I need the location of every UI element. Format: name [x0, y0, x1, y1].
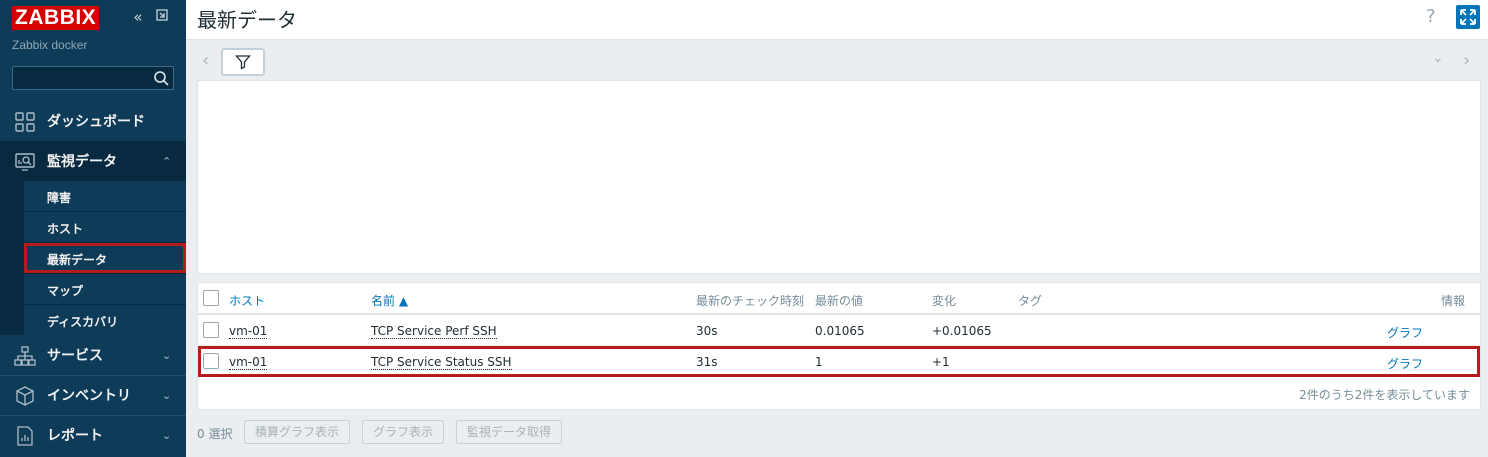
- dashboard-icon: [15, 112, 35, 132]
- latest-data-table: ホスト 名前 ▲ 最新のチェック時刻 最新の値 変化 タグ 情報 vm-01 T…: [197, 282, 1481, 410]
- filter-tab-toggle-icon[interactable]: ⌄: [1432, 50, 1444, 66]
- submenu-item-problems[interactable]: 障害: [24, 181, 186, 211]
- menu-item-dashboard[interactable]: ダッシュボード: [0, 101, 186, 141]
- menu-item-inventory[interactable]: インベントリ ⌄: [0, 375, 186, 415]
- submenu-item-discovery[interactable]: ディスカバリ: [24, 305, 186, 335]
- chevron-down-icon: ⌄: [162, 428, 172, 442]
- column-header-change: 変化: [932, 294, 957, 308]
- menu-label-reports: レポート: [47, 428, 103, 444]
- menu-item-monitoring[interactable]: 監視データ ⌃: [0, 141, 186, 181]
- sidebar-search[interactable]: [12, 66, 174, 90]
- fullscreen-icon: [1460, 9, 1476, 25]
- monitoring-submenu: 障害 ホスト 最新データ マップ ディスカバリ: [0, 181, 186, 335]
- last-value: 1: [815, 355, 823, 369]
- column-header-host[interactable]: ホスト: [229, 292, 265, 309]
- filter-tab-prev-icon[interactable]: ‹: [202, 50, 209, 71]
- filter-icon: [235, 55, 251, 70]
- monitoring-icon: [15, 153, 35, 171]
- last-check-value: 31s: [696, 355, 718, 369]
- submenu-label-latest-data: 最新データ: [47, 253, 108, 267]
- submenu-label-hosts: ホスト: [47, 222, 84, 236]
- menu-item-reports[interactable]: レポート ⌄: [0, 415, 186, 455]
- host-link[interactable]: vm-01: [229, 355, 268, 370]
- table-row: vm-01 TCP Service Status SSH 31s 1 +1 グラ…: [198, 346, 1480, 377]
- filter-tab-next-icon[interactable]: ›: [1463, 50, 1470, 71]
- item-name-link[interactable]: TCP Service Perf SSH: [371, 324, 497, 339]
- filter-tab[interactable]: [221, 48, 265, 76]
- host-link[interactable]: vm-01: [229, 324, 268, 339]
- table-summary: 2件のうち2件を表示しています: [1299, 388, 1470, 402]
- select-all-checkbox[interactable]: [203, 290, 219, 306]
- fullscreen-button[interactable]: [1456, 5, 1480, 29]
- graph-link[interactable]: グラフ: [1387, 324, 1423, 341]
- column-header-name[interactable]: 名前 ▲: [371, 292, 408, 309]
- column-header-info: 情報: [1441, 294, 1466, 308]
- submenu-item-maps[interactable]: マップ: [24, 274, 186, 304]
- item-name-link[interactable]: TCP Service Status SSH: [371, 355, 512, 370]
- row-checkbox[interactable]: [203, 353, 219, 369]
- reports-icon: [17, 426, 33, 446]
- menu-label-monitoring: 監視データ: [47, 154, 117, 170]
- execute-now-button[interactable]: 監視データ取得: [456, 420, 563, 444]
- last-value: 0.01065: [815, 324, 865, 338]
- services-icon: [14, 346, 36, 366]
- page-title: 最新データ: [197, 8, 297, 32]
- page-header: 最新データ ?: [186, 0, 1488, 40]
- chevron-down-icon: ⌄: [162, 388, 172, 402]
- zabbix-logo[interactable]: ZABBIX: [12, 6, 100, 30]
- submenu-item-latest-data[interactable]: 最新データ: [24, 243, 186, 273]
- change-value: +0.01065: [932, 324, 992, 338]
- stacked-graph-button[interactable]: 積算グラフ表示: [244, 420, 351, 444]
- column-header-last-value: 最新の値: [815, 294, 864, 308]
- table-row: vm-01 TCP Service Perf SSH 30s 0.01065 +…: [198, 315, 1480, 346]
- sidebar: ZABBIX « Zabbix docker ダッシュボード 監視データ ⌃ 障…: [0, 0, 186, 457]
- submenu-label-discovery: ディスカバリ: [47, 315, 119, 329]
- last-check-value: 30s: [696, 324, 718, 338]
- help-icon[interactable]: ?: [1426, 6, 1436, 27]
- change-value: +1: [932, 355, 950, 369]
- collapse-sidebar-icon[interactable]: «: [129, 8, 147, 26]
- filter-panel: [197, 80, 1481, 274]
- search-icon[interactable]: [153, 70, 169, 86]
- table-header-row: ホスト 名前 ▲ 最新のチェック時刻 最新の値 変化 タグ 情報: [198, 283, 1480, 315]
- column-header-tags: タグ: [1018, 294, 1043, 308]
- submenu-label-maps: マップ: [47, 284, 84, 298]
- search-input[interactable]: [13, 67, 153, 89]
- column-header-last-check: 最新のチェック時刻: [696, 294, 805, 308]
- submenu-label-problems: 障害: [47, 191, 72, 205]
- kiosk-mode-icon[interactable]: [153, 8, 171, 26]
- menu-label-inventory: インベントリ: [47, 388, 131, 404]
- display-graph-button[interactable]: グラフ表示: [362, 420, 445, 444]
- menu-item-services[interactable]: サービス ⌄: [0, 335, 186, 375]
- submenu-item-hosts[interactable]: ホスト: [24, 212, 186, 242]
- chevron-up-icon: ⌃: [162, 154, 172, 168]
- graph-link[interactable]: グラフ: [1387, 355, 1423, 372]
- row-checkbox[interactable]: [203, 322, 219, 338]
- menu-label-services: サービス: [47, 348, 103, 364]
- inventory-icon: [16, 386, 34, 406]
- chevron-down-icon: ⌄: [162, 348, 172, 362]
- menu-label-dashboard: ダッシュボード: [47, 114, 145, 130]
- selected-count: 0 選択: [197, 427, 233, 441]
- server-name: Zabbix docker: [12, 38, 88, 52]
